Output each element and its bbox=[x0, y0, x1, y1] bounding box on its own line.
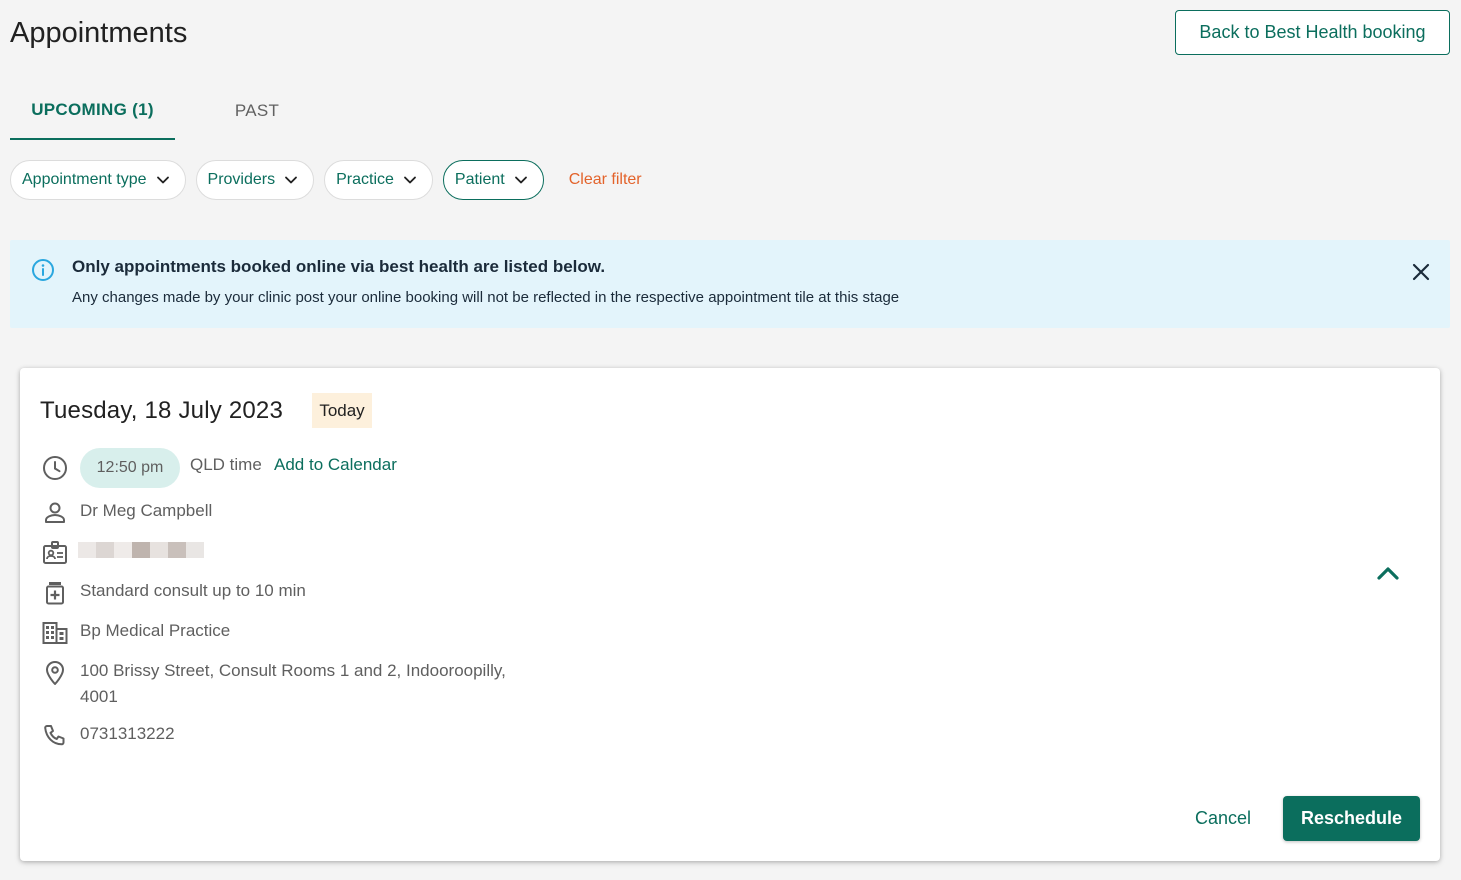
address-line-2: 4001 bbox=[80, 687, 118, 706]
appointment-time: 12:50 pm bbox=[80, 448, 180, 488]
practice-name: Bp Medical Practice bbox=[80, 621, 231, 640]
reschedule-button[interactable]: Reschedule bbox=[1283, 796, 1420, 841]
address-line-1: 100 Brissy Street, Consult Rooms 1 and 2… bbox=[80, 661, 506, 680]
chevron-down-icon bbox=[281, 170, 301, 190]
page-title: Appointments bbox=[10, 17, 188, 49]
cancel-button[interactable]: Cancel bbox=[1183, 796, 1263, 840]
clear-filter-link[interactable]: Clear filter bbox=[569, 171, 642, 189]
close-icon[interactable] bbox=[1409, 260, 1433, 284]
medical-bag-icon bbox=[41, 579, 69, 607]
today-badge: Today bbox=[312, 393, 372, 428]
appointment-card: Tuesday, 18 July 2023 Today 12:50 pm QLD… bbox=[20, 368, 1440, 861]
tab-upcoming[interactable]: UPCOMING (1) bbox=[10, 82, 175, 140]
add-to-calendar-link[interactable]: Add to Calendar bbox=[274, 455, 397, 475]
location-pin-icon bbox=[41, 659, 69, 687]
filter-label: Practice bbox=[336, 171, 394, 188]
chevron-down-icon bbox=[153, 170, 173, 190]
back-to-booking-button[interactable]: Back to Best Health booking bbox=[1175, 10, 1450, 55]
chevron-down-icon bbox=[400, 170, 420, 190]
banner-title: Only appointments booked online via best… bbox=[72, 257, 606, 276]
filter-practice[interactable]: Practice bbox=[324, 160, 433, 200]
patient-name-redacted bbox=[78, 542, 204, 558]
consult-type: Standard consult up to 10 min bbox=[80, 581, 306, 600]
chevron-down-icon bbox=[511, 170, 531, 190]
chevron-up-icon[interactable] bbox=[1372, 558, 1404, 590]
person-icon bbox=[41, 499, 69, 527]
timezone-label: QLD time bbox=[190, 455, 262, 474]
appointment-tabs: UPCOMING (1) PAST bbox=[10, 82, 339, 140]
filter-providers[interactable]: Providers bbox=[195, 160, 315, 200]
filter-patient[interactable]: Patient bbox=[442, 160, 544, 200]
filter-label: Patient bbox=[454, 171, 505, 188]
phone-number: 0731313222 bbox=[80, 724, 175, 743]
clock-icon bbox=[41, 454, 69, 482]
tab-past[interactable]: PAST bbox=[175, 82, 339, 140]
phone-icon bbox=[41, 722, 69, 750]
building-icon bbox=[41, 619, 69, 647]
info-icon bbox=[31, 258, 55, 282]
banner-body: Any changes made by your clinic post you… bbox=[72, 289, 900, 306]
appointment-date: Tuesday, 18 July 2023 bbox=[40, 397, 284, 424]
filter-label: Appointment type bbox=[22, 171, 147, 188]
filter-bar: Appointment type Providers Practice Pati… bbox=[10, 160, 642, 200]
filter-label: Providers bbox=[207, 171, 276, 188]
provider-name: Dr Meg Campbell bbox=[80, 501, 213, 520]
id-badge-icon bbox=[41, 539, 69, 567]
info-banner: Only appointments booked online via best… bbox=[10, 240, 1450, 328]
filter-appointment-type[interactable]: Appointment type bbox=[10, 160, 186, 200]
